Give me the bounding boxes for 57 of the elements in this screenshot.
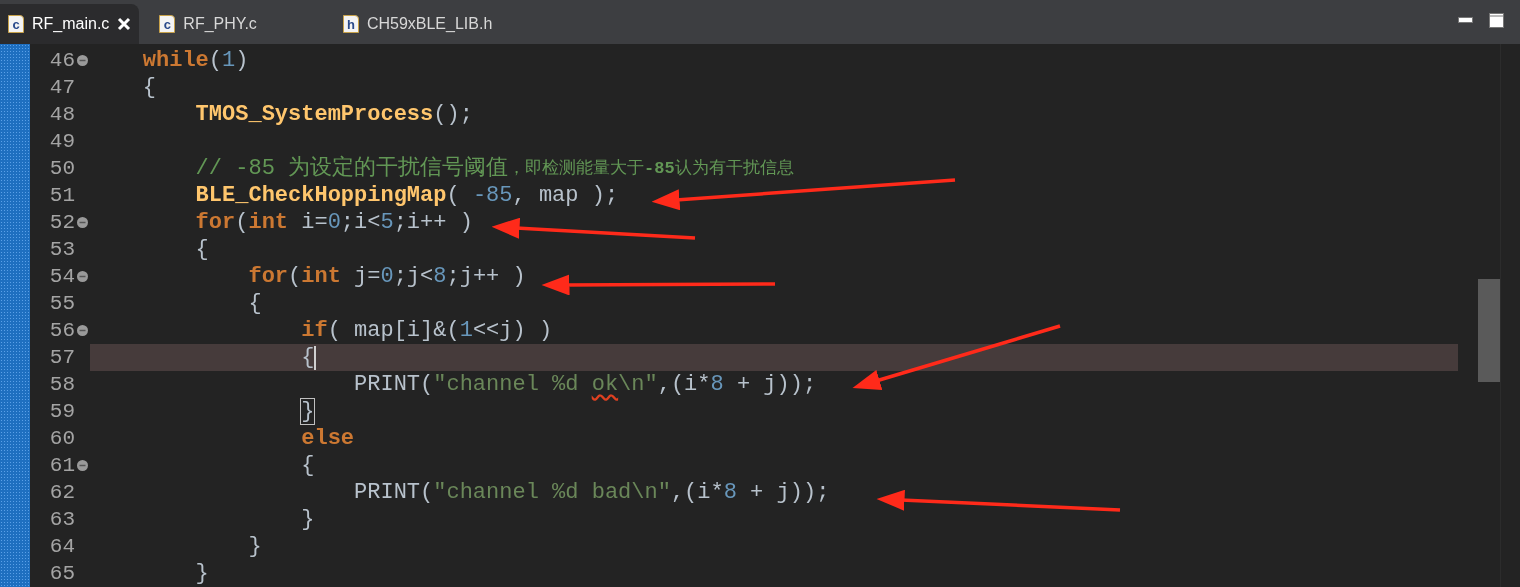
- line-number: 54: [49, 264, 75, 290]
- maximize-icon[interactable]: [1489, 12, 1504, 28]
- line-number: 55: [49, 291, 75, 317]
- line-number: 49: [49, 129, 75, 155]
- code-line: {: [194, 236, 209, 263]
- line-number: 62: [49, 480, 75, 506]
- line-number: 53: [49, 237, 75, 263]
- fold-icon[interactable]: [77, 460, 88, 471]
- code-line: {: [300, 344, 315, 371]
- fold-icon[interactable]: [77, 55, 88, 66]
- code-line: BLE_CheckHoppingMap( -85, map );: [194, 182, 619, 209]
- code-line: // -85 为设定的干扰信号阈值，即检测能量大于-85认为有干扰信息: [194, 155, 794, 182]
- line-number: 46: [49, 48, 75, 74]
- code-line: {: [141, 74, 156, 101]
- fold-icon[interactable]: [77, 271, 88, 282]
- line-number: 48: [49, 102, 75, 128]
- tab-label: CH59xBLE_LIB.h: [366, 14, 493, 34]
- line-number: 64: [49, 534, 75, 560]
- tab-label: RF_PHY.c: [183, 14, 257, 34]
- fold-icon[interactable]: [77, 325, 88, 336]
- editor-tab[interactable]: c RF_PHY.c: [151, 4, 323, 44]
- code-line: for(int j=0;j<8;j++ ): [247, 263, 526, 290]
- code-line: if( map[i]&(1<<j) ): [300, 317, 553, 344]
- code-line: }: [300, 398, 315, 425]
- line-number: 47: [49, 75, 75, 101]
- line-number: 51: [49, 183, 75, 209]
- code-line: {: [300, 452, 315, 479]
- code-line: while(1): [141, 47, 249, 74]
- line-number: 57: [49, 345, 75, 371]
- fold-icon[interactable]: [77, 217, 88, 228]
- code-line: TMOS_SystemProcess();: [194, 101, 473, 128]
- tab-label: RF_main.c: [32, 14, 110, 34]
- line-number: 65: [49, 561, 75, 587]
- code-line: }: [300, 506, 315, 533]
- code-line: else: [300, 425, 355, 452]
- code-line: }: [194, 560, 209, 587]
- scrollbar-thumb[interactable]: [1478, 279, 1500, 382]
- line-number: 56: [49, 318, 75, 344]
- editor-tab[interactable]: c RF_main.c: [0, 4, 140, 44]
- close-icon[interactable]: [117, 17, 132, 31]
- line-number: 59: [49, 399, 75, 425]
- code-line: }: [247, 533, 262, 560]
- code-line: for(int i=0;i<5;i++ ): [194, 209, 473, 236]
- line-number: 50: [49, 156, 75, 182]
- line-number: 60: [49, 426, 75, 452]
- code-line: {: [247, 290, 262, 317]
- editor-tab[interactable]: h CH59xBLE_LIB.h: [334, 4, 559, 44]
- code-line: PRINT("channel %d bad\n",(i*8 + j));: [353, 479, 830, 506]
- line-number: 52: [49, 210, 75, 236]
- code-line: PRINT("channel %d ok\n",(i*8 + j));: [353, 371, 817, 398]
- file-icon: h: [342, 15, 359, 33]
- minimize-icon[interactable]: [1458, 17, 1473, 23]
- file-icon: c: [8, 15, 24, 33]
- file-icon: c: [159, 15, 176, 33]
- line-number: 63: [49, 507, 75, 533]
- line-number: 58: [49, 372, 75, 398]
- line-number: 61: [49, 453, 75, 479]
